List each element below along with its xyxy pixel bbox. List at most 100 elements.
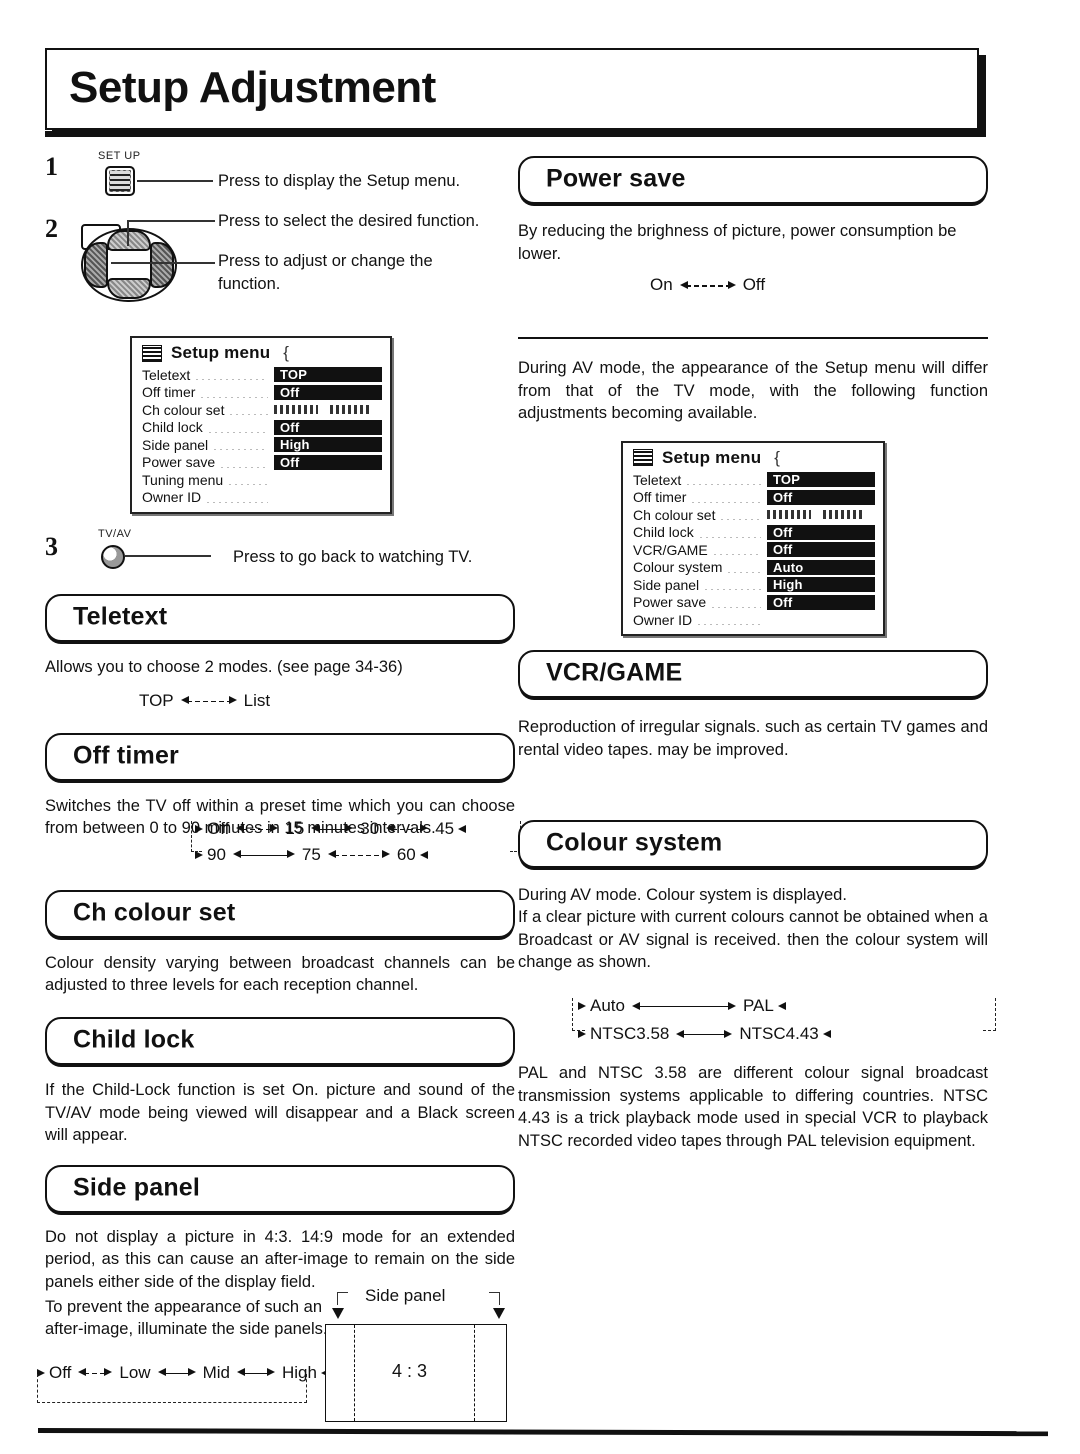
leader-line	[137, 180, 213, 182]
osd-row-value[interactable]: TOP	[767, 472, 875, 488]
figure-divider-left	[354, 1325, 355, 1421]
step-1-text: Press to display the Setup menu.	[218, 172, 461, 190]
teletext-cycle-item-1: List	[243, 690, 271, 710]
section-body-side-panel-1: Do not display a picture in 4:3. 14:9 mo…	[45, 1227, 515, 1291]
osd-row-label: Off timer	[633, 489, 687, 506]
section-header-child-lock: Child lock	[45, 1016, 515, 1065]
bidirectional-arrow-icon	[327, 849, 390, 861]
figure-screen: 4 : 3	[325, 1324, 507, 1422]
osd-row-list-av: Teletext TOP Off timer Off Ch colour set Chil…	[623, 471, 883, 635]
osd-row-dots	[699, 536, 761, 538]
section-body-colour-system: During AV mode. Colour system is display…	[518, 885, 988, 972]
osd-row-value[interactable]: High	[274, 437, 382, 453]
dpad-left-icon	[84, 242, 108, 288]
arrow-head-icon	[195, 850, 203, 859]
section-divider-rule	[518, 337, 988, 340]
side-panel-figure-caption: Side panel	[365, 1286, 446, 1305]
arrow-head-icon	[419, 850, 428, 859]
osd-row-dots	[207, 501, 268, 503]
osd-row-value[interactable]: TOP	[274, 367, 382, 383]
setup-key-label: SET UP	[98, 150, 141, 162]
figure-arrow-left-icon	[332, 1308, 344, 1319]
osd-row-label: Ch colour set	[633, 506, 716, 523]
osd-row[interactable]: Power save Off	[633, 593, 875, 611]
osd-row[interactable]: Off timer Off	[142, 384, 382, 402]
osd-row-value[interactable]: Auto	[767, 559, 875, 575]
step-2-text-adjust: Press to adjust or change the function.	[218, 252, 433, 293]
osd-row[interactable]: Teletext TOP	[142, 366, 382, 384]
bidirectional-arrow-icon	[180, 695, 237, 707]
osd-row-value[interactable]: Off	[274, 419, 382, 435]
tv-av-button-icon	[101, 545, 125, 569]
section-header-vcr-game: VCR/GAME	[518, 650, 988, 699]
section-title-off-timer: Off timer	[73, 741, 179, 770]
section-body-vcr-game: Reproduction of irregular signals. such …	[518, 718, 988, 760]
osd-row[interactable]: Side panel High	[142, 436, 382, 454]
section-header-teletext: Teletext	[45, 594, 515, 642]
menu-icon	[633, 449, 653, 467]
osd-row-value[interactable]	[767, 612, 875, 627]
osd-row-dots	[728, 571, 761, 573]
section-title-colour-system: Colour system	[546, 828, 723, 857]
off-timer-item-0: Off	[207, 818, 230, 838]
colour-system-footnote: PAL and NTSC 3.58 are different colour s…	[518, 1064, 988, 1150]
osd-row[interactable]: VCR/GAME Off	[633, 541, 875, 559]
osd-row-value[interactable]	[274, 490, 382, 505]
section-title-side-panel: Side panel	[73, 1173, 201, 1202]
tvav-key-label: TV/AV	[98, 528, 132, 540]
step-1: 1 SET UP Press to display the Setup menu…	[45, 150, 515, 206]
off-timer-item-5: 75	[301, 844, 321, 864]
osd-row[interactable]: Owner ID	[142, 489, 382, 507]
osd-row-dots	[221, 466, 268, 468]
osd-row-dots	[229, 484, 268, 486]
osd-row-value[interactable]: Off	[767, 524, 875, 540]
av-mode-note: During AV mode, the appearance of the Se…	[518, 359, 988, 423]
osd-row-value[interactable]	[274, 402, 382, 417]
osd-row-label: Teletext	[633, 471, 682, 488]
right-column: Power save By reducing the brighness of …	[518, 150, 996, 1152]
step-2-number: 2	[45, 214, 58, 243]
osd-row[interactable]: Teletext TOP	[633, 471, 875, 489]
step-3: 3 TV/AV Press to go back to watching TV.	[45, 528, 515, 580]
arrow-head-icon	[578, 1030, 586, 1039]
osd-row[interactable]: Off timer Off	[633, 488, 875, 506]
osd-row-label: Tuning menu	[142, 471, 224, 488]
osd-row-value[interactable]	[767, 507, 875, 522]
colour-cycle-wrap-right	[983, 998, 996, 1032]
osd-row[interactable]: Power save Off	[142, 454, 382, 472]
cycle-wrap-left	[191, 820, 202, 852]
osd-row[interactable]: Ch colour set	[142, 401, 382, 419]
bidirectional-arrow-icon	[236, 823, 279, 835]
arrow-head-icon	[458, 824, 467, 833]
osd-row-value[interactable]: Off	[274, 384, 382, 400]
off-timer-cycle-diagram: Off 15 30 45 90 75 60	[191, 816, 521, 870]
osd-row-label: Child lock	[142, 419, 203, 436]
osd-row-label: Teletext	[142, 366, 191, 383]
power-save-item-0: On	[650, 275, 673, 295]
osd-row-dots	[721, 519, 761, 521]
osd-row-value[interactable]: Off	[767, 542, 875, 558]
osd-row[interactable]: Child lock Off	[142, 419, 382, 437]
osd-row[interactable]: Owner ID	[633, 611, 875, 629]
osd-row[interactable]: Ch colour set	[633, 506, 875, 524]
osd-row[interactable]: Side panel High	[633, 576, 875, 594]
osd-row-value[interactable]: Off	[274, 454, 382, 470]
colour-system-item-3: NTSC4.43	[739, 1024, 819, 1044]
arrow-head-icon	[822, 1030, 831, 1039]
osd-row[interactable]: Child lock Off	[633, 523, 875, 541]
section-title-ch-colour-set: Ch colour set	[73, 898, 236, 927]
osd-row-value[interactable]	[274, 472, 382, 487]
section-header-off-timer: Off timer	[45, 732, 515, 781]
osd-row-value[interactable]: Off	[767, 594, 875, 610]
osd-row-value[interactable]: High	[767, 577, 875, 593]
page-title-banner: Setup Adjustment	[45, 48, 979, 130]
section-title-teletext: Teletext	[73, 602, 168, 631]
osd-brace-decoration: {	[283, 343, 289, 362]
title-underline-rule	[45, 131, 982, 137]
dpad-up-icon	[107, 230, 151, 251]
osd-row[interactable]: Tuning menu	[142, 471, 382, 489]
osd-row[interactable]: Colour system Auto	[633, 558, 875, 576]
osd-row-value[interactable]: Off	[767, 489, 875, 505]
osd-header-label: Setup menu	[171, 343, 271, 362]
power-save-item-1: Off	[742, 275, 766, 295]
